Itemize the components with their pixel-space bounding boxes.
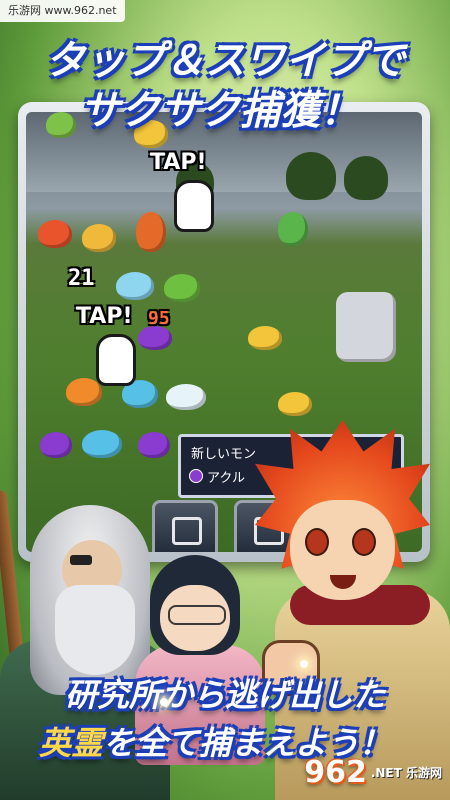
tree-icon (344, 156, 388, 200)
tap-label-1: TAP! (150, 150, 207, 175)
hero-eye-right (352, 528, 376, 556)
tap-hand-icon (96, 334, 136, 386)
sparkle-icon (300, 660, 308, 668)
monster-orange-slime[interactable] (66, 378, 102, 406)
sage-beard (55, 585, 135, 675)
eye-patch-icon (70, 555, 92, 565)
monster-purple-slime[interactable] (138, 326, 172, 350)
glasses-icon (168, 605, 226, 625)
headline-line-2: サクサク捕獲！ (80, 88, 360, 134)
monster-purple-slime[interactable] (40, 432, 72, 458)
monster-yellow-slime[interactable] (82, 224, 116, 252)
site-watermark-top: 乐游网 www.962.net (0, 0, 125, 22)
damage-number: 95 (148, 308, 170, 329)
monster-blue-slime[interactable] (82, 430, 122, 458)
robot-enemy[interactable] (336, 292, 396, 362)
monster-green-slime[interactable] (46, 112, 76, 138)
dialog-line-1: 新しいモン (191, 447, 257, 462)
watermark-logo: 962 (304, 755, 367, 790)
monster-yellow-slime[interactable] (248, 326, 282, 350)
site-watermark-bottom: 962 .NET 乐游网 (304, 755, 442, 790)
dialog-line-2: アクル (207, 471, 245, 486)
watermark-site-name: .NET 乐游网 (370, 766, 442, 780)
monster-purple-slime[interactable] (138, 432, 170, 458)
tree-icon (286, 152, 336, 200)
monster-blue-slime[interactable] (116, 272, 154, 300)
card-icon (172, 517, 202, 545)
purple-orb-icon (189, 469, 203, 483)
damage-number: 21 (68, 266, 95, 291)
tap-hand-icon (174, 180, 214, 232)
monster-yellow-slime[interactable] (278, 392, 312, 416)
menu-button-1[interactable] (152, 500, 218, 552)
sparkle-icon (160, 698, 168, 706)
tap-label-2: TAP! (76, 304, 133, 329)
monster-fire-slime[interactable] (38, 220, 72, 248)
hero-sprite (136, 212, 166, 252)
monster-white-slime[interactable] (166, 384, 206, 410)
hero-eye-left (305, 528, 329, 556)
bottom-caption-highlight: 英霊 (38, 724, 103, 762)
monster-green-slime[interactable] (278, 212, 308, 246)
monster-green-slime[interactable] (164, 274, 200, 302)
bottom-caption-line-1: 研究所から逃げ出した (64, 676, 385, 714)
